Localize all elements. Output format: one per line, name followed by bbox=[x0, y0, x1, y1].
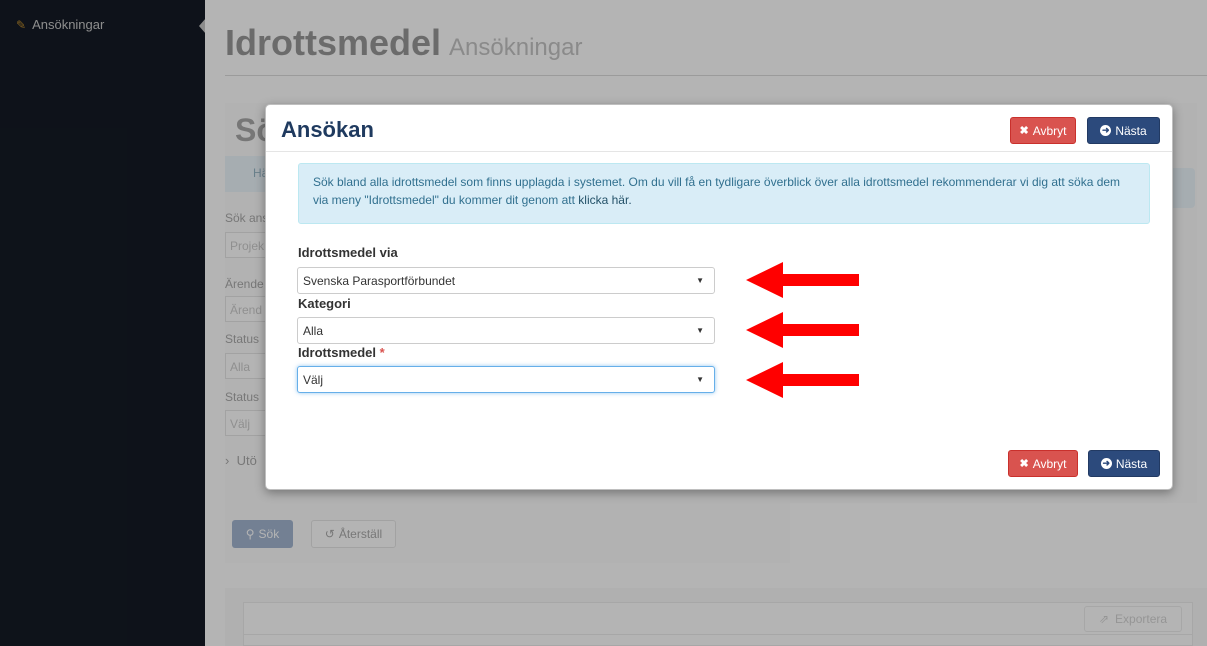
idrottsmedel-select[interactable]: Välj ▼ bbox=[297, 366, 715, 393]
next-button-footer[interactable]: ➜ Nästa bbox=[1088, 450, 1160, 477]
next-button-label: Nästa bbox=[1115, 456, 1148, 471]
cancel-button-footer[interactable]: ✖ Avbryt bbox=[1008, 450, 1078, 477]
arrow-left-icon bbox=[746, 312, 859, 348]
idrottsmedel-value: Välj bbox=[303, 373, 324, 387]
caret-down-icon: ▼ bbox=[696, 276, 704, 285]
field-label-idrottsmedel-via: Idrottsmedel via bbox=[298, 245, 398, 260]
field-label-idrottsmedel: Idrottsmedel * bbox=[298, 345, 385, 360]
cancel-button-label: Avbryt bbox=[1032, 123, 1067, 138]
modal-title: Ansökan bbox=[281, 117, 374, 142]
info-alert-link[interactable]: klicka här. bbox=[578, 193, 631, 207]
idrottsmedel-via-value: Svenska Parasportförbundet bbox=[303, 274, 456, 288]
idrottsmedel-via-select[interactable]: Svenska Parasportförbundet ▼ bbox=[297, 267, 715, 294]
close-icon: ✖ bbox=[1019, 458, 1029, 470]
cancel-button[interactable]: ✖ Avbryt bbox=[1010, 117, 1076, 144]
cancel-button-label: Avbryt bbox=[1032, 456, 1067, 471]
kategori-value: Alla bbox=[303, 324, 324, 338]
info-alert: Sök bland alla idrottsmedel som finns up… bbox=[298, 163, 1150, 224]
kategori-select[interactable]: Alla ▼ bbox=[297, 317, 715, 344]
required-asterisk: * bbox=[379, 345, 385, 360]
field-label-kategori: Kategori bbox=[298, 296, 351, 311]
next-button-label: Nästa bbox=[1115, 123, 1147, 138]
idrottsmedel-label-text: Idrottsmedel bbox=[298, 345, 377, 360]
caret-down-icon: ▼ bbox=[696, 326, 704, 335]
arrow-left-icon bbox=[746, 262, 859, 298]
info-alert-text: Sök bland alla idrottsmedel som finns up… bbox=[313, 175, 1121, 207]
close-icon: ✖ bbox=[1019, 125, 1029, 137]
application-modal: Ansökan ✖ Avbryt ➜ Nästa Sök bland alla … bbox=[265, 104, 1173, 490]
arrow-left-icon bbox=[746, 362, 859, 398]
arrow-right-circle-icon: ➜ bbox=[1100, 458, 1112, 469]
modal-header: Ansökan ✖ Avbryt ➜ Nästa bbox=[266, 105, 1172, 152]
caret-down-icon: ▼ bbox=[696, 375, 704, 384]
next-button[interactable]: ➜ Nästa bbox=[1087, 117, 1160, 144]
arrow-right-circle-icon: ➜ bbox=[1100, 125, 1112, 136]
